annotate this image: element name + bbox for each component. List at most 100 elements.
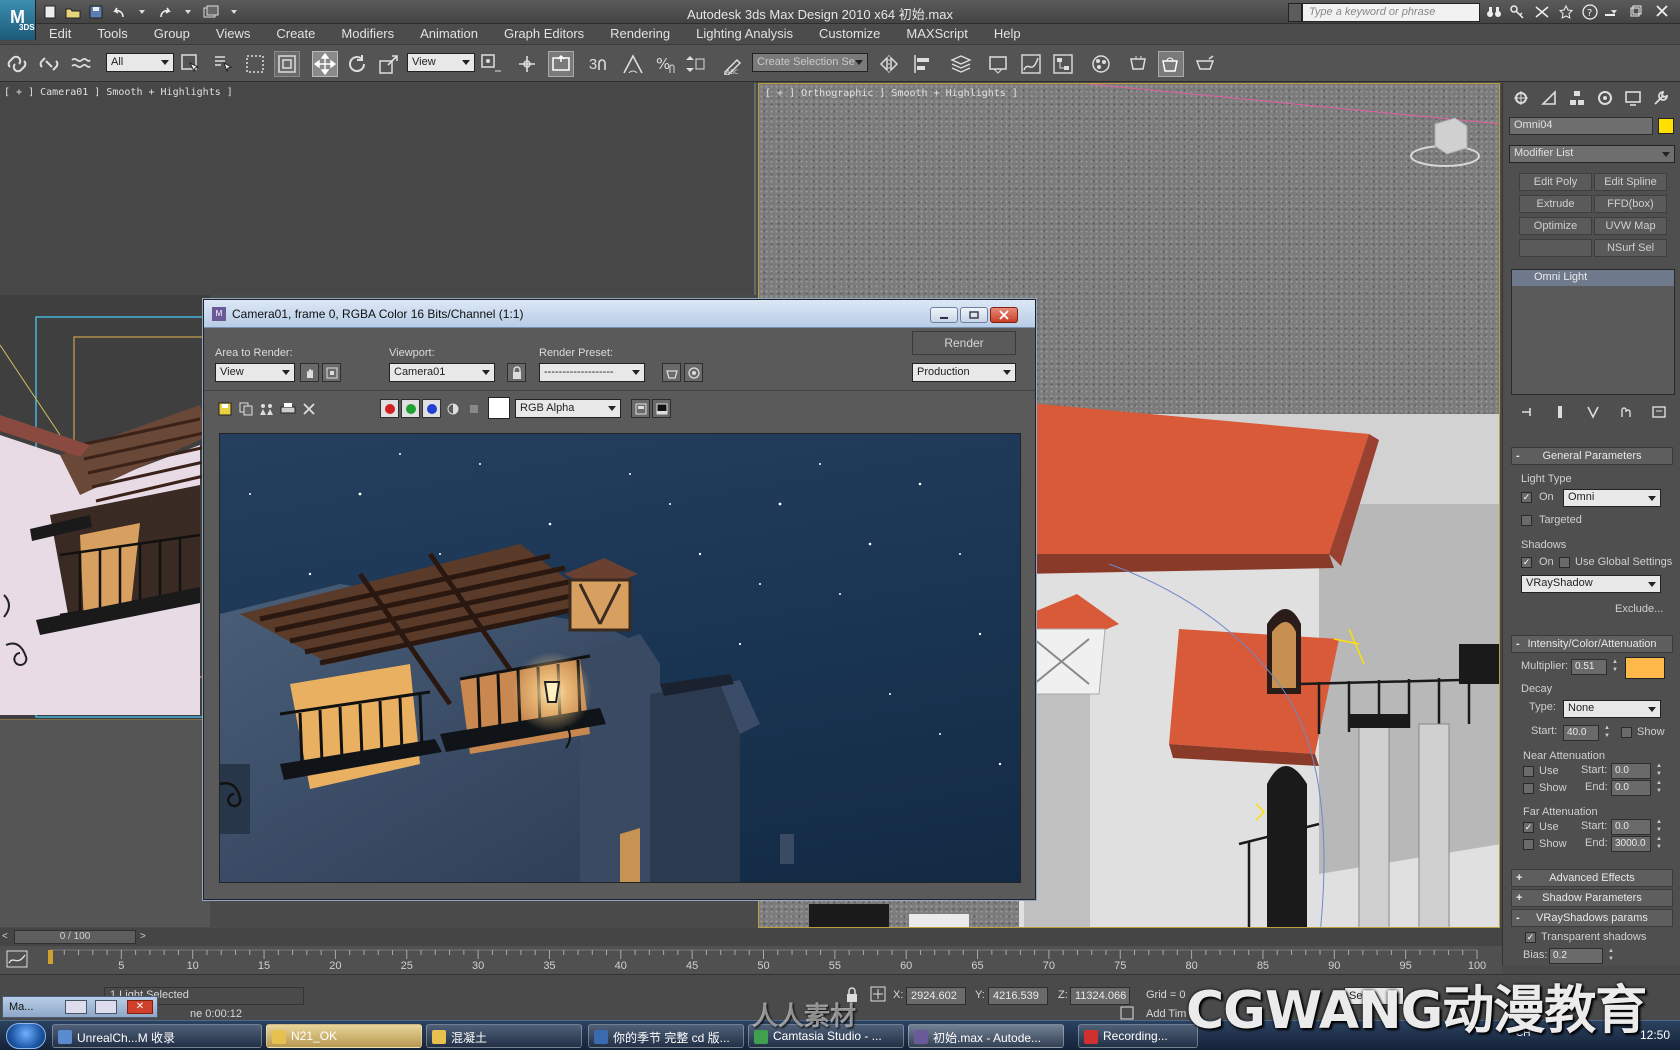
snaps-toggle-icon[interactable]: 3 — [586, 51, 612, 77]
rollout-advanced-effects[interactable]: + Advanced Effects — [1511, 869, 1673, 887]
bind-spacewarp-icon[interactable] — [68, 51, 94, 77]
show-end-result-icon[interactable] — [1553, 405, 1567, 419]
configure-sets-icon[interactable] — [1651, 405, 1666, 419]
pivot-center-icon[interactable] — [478, 51, 504, 77]
time-slider-thumb[interactable]: 0 / 100 — [14, 930, 136, 944]
app-menu-button[interactable]: M 3DS — [0, 0, 36, 40]
object-color-swatch[interactable] — [1658, 118, 1674, 134]
select-and-move-icon[interactable] — [312, 51, 338, 77]
binoculars-icon[interactable] — [1484, 2, 1504, 22]
multiplier-spinner[interactable]: 0.51 — [1571, 658, 1618, 675]
z-coordinate-field[interactable]: 11324.066 — [1070, 987, 1130, 1005]
remove-modifier-icon[interactable] — [1619, 405, 1633, 419]
rollout-intensity[interactable]: - Intensity/Color/Attenuation — [1511, 635, 1673, 653]
time-slider-next-icon[interactable]: > — [140, 931, 146, 942]
qat-dropdown-icon[interactable] — [224, 2, 244, 22]
render-setup-small-icon[interactable] — [662, 363, 681, 382]
toggle-ui-overlay-icon[interactable] — [631, 399, 650, 418]
select-link-icon[interactable] — [4, 51, 30, 77]
spinner-snap-icon[interactable] — [684, 51, 710, 77]
taskbar-item-recording[interactable]: Recording... — [1078, 1024, 1198, 1048]
absolute-mode-icon[interactable] — [870, 986, 886, 1002]
bias-spinner[interactable]: 0.2 — [1549, 947, 1614, 964]
infocenter-search-input[interactable]: Type a keyword or phrase — [1302, 3, 1480, 22]
selection-filter-dropdown[interactable]: All — [106, 53, 174, 72]
copy-image-icon[interactable] — [236, 399, 255, 418]
modifier-list-dropdown[interactable]: Modifier List — [1509, 145, 1675, 163]
mini-window-restore-icon[interactable] — [65, 1000, 87, 1014]
environment-effects-icon[interactable] — [684, 363, 703, 382]
near-end-spinner[interactable]: 0.0 — [1611, 779, 1662, 796]
align-icon[interactable] — [910, 51, 936, 77]
open-folder-icon[interactable] — [63, 2, 83, 22]
red-channel-toggle[interactable] — [380, 399, 399, 418]
curve-editor-icon[interactable] — [1018, 51, 1044, 77]
menu-group[interactable]: Group — [141, 24, 203, 44]
blue-channel-toggle[interactable] — [422, 399, 441, 418]
hierarchy-tab-icon[interactable] — [1565, 87, 1589, 109]
render-window-minimize-icon[interactable] — [930, 307, 958, 323]
toggle-ui-icon[interactable] — [652, 399, 671, 418]
transparent-shadows-checkbox[interactable]: ✓ — [1525, 932, 1536, 943]
taskbar-item-concrete[interactable]: 混凝土 — [426, 1024, 582, 1048]
select-manipulate-icon[interactable] — [514, 51, 540, 77]
taskbar-item-browser[interactable]: 你的季节 完整 cd 版... — [588, 1024, 744, 1048]
taskbar-item-unrealch[interactable]: UnrealCh...M 收录 — [52, 1024, 262, 1048]
clone-window-icon[interactable] — [257, 399, 276, 418]
print-image-icon[interactable] — [278, 399, 297, 418]
render-production-icon[interactable] — [1192, 51, 1218, 77]
left-viewport[interactable] — [0, 295, 210, 927]
time-tag-icon[interactable] — [1120, 1006, 1134, 1020]
restore-icon[interactable] — [1624, 1, 1648, 21]
time-slider[interactable]: < 0 / 100 > — [0, 928, 1502, 946]
shadow-type-dropdown[interactable]: VRayShadow — [1521, 575, 1661, 593]
motion-tab-icon[interactable] — [1593, 87, 1617, 109]
object-name-field[interactable]: Omni04 — [1509, 117, 1653, 135]
edit-named-selection-icon[interactable]: ABC — [720, 51, 746, 77]
menu-create[interactable]: Create — [263, 24, 328, 44]
use-global-settings-checkbox[interactable] — [1559, 557, 1570, 568]
undo-icon[interactable] — [109, 2, 129, 22]
mini-window-close-icon[interactable]: ✕ — [127, 1000, 153, 1014]
menu-tools[interactable]: Tools — [84, 24, 140, 44]
modify-tab-icon[interactable] — [1537, 87, 1561, 109]
keyboard-shortcut-override-icon[interactable] — [548, 51, 574, 77]
project-folder-icon[interactable] — [201, 2, 221, 22]
mini-curve-editor-icon[interactable] — [6, 950, 28, 968]
stack-item-omni-light[interactable]: Omni Light — [1512, 270, 1674, 286]
modifier-ffd-box-button[interactable]: FFD(box) — [1594, 195, 1667, 213]
mini-window-maximize-icon[interactable] — [95, 1000, 117, 1014]
x-coordinate-field[interactable]: 2924.602 — [906, 987, 966, 1005]
window-crossing-icon[interactable] — [274, 51, 300, 77]
create-tab-icon[interactable] — [1509, 87, 1533, 109]
display-tab-icon[interactable] — [1621, 87, 1645, 109]
modifier-edit-spline-button[interactable]: Edit Spline — [1594, 173, 1667, 191]
rect-selection-region-icon[interactable] — [242, 51, 268, 77]
render-button[interactable]: Render — [912, 331, 1016, 355]
edit-region-icon[interactable] — [300, 363, 319, 382]
menu-rendering[interactable]: Rendering — [597, 24, 683, 44]
light-color-swatch[interactable] — [1625, 657, 1665, 679]
undo-dropdown-icon[interactable] — [132, 2, 152, 22]
rollout-general-parameters[interactable]: - General Parameters — [1511, 447, 1673, 465]
maxscript-mini-window[interactable]: Ma... ✕ — [2, 996, 158, 1018]
select-and-scale-icon[interactable] — [376, 51, 402, 77]
time-slider-prev-icon[interactable]: < — [2, 931, 8, 942]
redo-dropdown-icon[interactable] — [178, 2, 198, 22]
render-window-titlebar[interactable]: M Camera01, frame 0, RGBA Color 16 Bits/… — [204, 300, 1035, 328]
light-type-dropdown[interactable]: Omni — [1563, 489, 1661, 507]
save-image-icon[interactable] — [215, 399, 234, 418]
viewport-dropdown[interactable]: Camera01 — [389, 363, 495, 382]
menu-modifiers[interactable]: Modifiers — [328, 24, 407, 44]
camera-viewport[interactable]: [ + ] Camera01 ] Smooth + Highlights ] — [0, 83, 756, 295]
modifier-empty-button[interactable] — [1519, 239, 1592, 257]
menu-views[interactable]: Views — [203, 24, 263, 44]
render-window-maximize-icon[interactable] — [960, 307, 988, 323]
favorites-star-icon[interactable] — [1556, 2, 1576, 22]
new-file-icon[interactable] — [40, 2, 60, 22]
clear-image-icon[interactable] — [299, 399, 318, 418]
graphite-modeling-icon[interactable] — [986, 51, 1012, 77]
schematic-view-icon[interactable] — [1050, 51, 1076, 77]
layer-manager-icon[interactable] — [948, 51, 974, 77]
reference-coordinate-dropdown[interactable]: View — [407, 53, 475, 72]
